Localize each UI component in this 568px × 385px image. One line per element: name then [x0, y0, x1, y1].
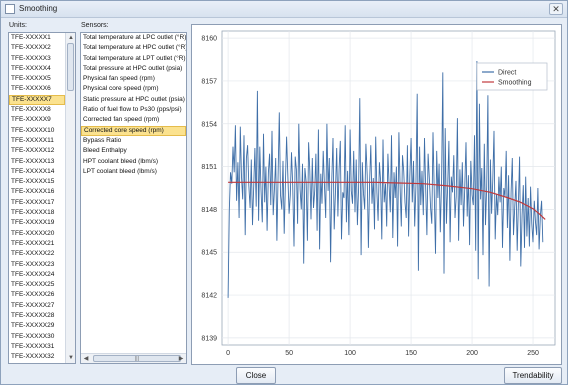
y-tick-label: 8160: [201, 36, 217, 43]
sensors-items: Total temperature at LPC outlet (°R) Tota…: [81, 33, 186, 177]
unit-list-item[interactable]: TFE-XXXXX4: [9, 64, 65, 74]
title-bar: Smoothing ✕: [1, 1, 567, 18]
unit-list-item[interactable]: TFE-XXXXX6: [9, 84, 65, 94]
sensor-list-item[interactable]: Physical core speed (rpm): [81, 84, 186, 94]
unit-list-item[interactable]: TFE-XXXXX18: [9, 208, 65, 218]
scroll-down-arrow-icon[interactable]: ▼: [67, 354, 75, 362]
y-tick-label: 8142: [201, 293, 217, 300]
smoothing-window: Smoothing ✕ Units: Sensors: TFE-XXXXX1 TF…: [0, 0, 568, 385]
y-tick-label: 8154: [201, 121, 217, 128]
unit-list-item[interactable]: TFE-XXXXX7: [9, 94, 65, 106]
unit-list-item[interactable]: TFE-XXXXX11: [9, 136, 65, 146]
scroll-up-arrow-icon[interactable]: ▲: [67, 34, 75, 42]
x-tick-label: 150: [405, 350, 417, 357]
unit-list-item[interactable]: TFE-XXXXX31: [9, 342, 65, 352]
legend-label: Smoothing: [498, 80, 532, 87]
app-icon: [5, 4, 15, 14]
sensors-listbox[interactable]: Total temperature at LPC outlet (°R) Tota…: [80, 32, 187, 364]
unit-list-item[interactable]: TFE-XXXXX27: [9, 301, 65, 311]
unit-list-item[interactable]: TFE-XXXXX17: [9, 198, 65, 208]
sensor-list-item[interactable]: Physical fan speed (rpm): [81, 74, 186, 84]
unit-list-item[interactable]: TFE-XXXXX32: [9, 352, 65, 362]
smoothing-chart: 8139 8142 8145 8148 8151 8154 8157 8160 0 50 100 15…: [201, 30, 556, 357]
scroll-right-arrow-icon[interactable]: ▶: [177, 355, 185, 363]
unit-list-item[interactable]: TFE-XXXXX20: [9, 229, 65, 239]
scroll-thumb[interactable]: |||: [93, 355, 181, 362]
sensor-list-item[interactable]: Ratio of fuel flow to Ps30 (pps/psi): [81, 105, 186, 115]
x-tick-label: 50: [285, 350, 293, 357]
y-tick-label: 8157: [201, 78, 217, 85]
unit-list-item[interactable]: TFE-XXXXX22: [9, 249, 65, 259]
legend-label: Direct: [498, 70, 516, 77]
y-tick-label: 8139: [201, 335, 217, 342]
unit-list-item[interactable]: TFE-XXXXX14: [9, 167, 65, 177]
sensor-list-item[interactable]: HPT coolant bleed (lbm/s): [81, 157, 186, 167]
unit-list-item[interactable]: TFE-XXXXX5: [9, 74, 65, 84]
chart-panel: 8139 8142 8145 8148 8151 8154 8157 8160 0 50 100 15…: [191, 24, 562, 365]
sensor-list-item[interactable]: Bypass Ratio: [81, 136, 186, 146]
unit-list-item[interactable]: TFE-XXXXX26: [9, 290, 65, 300]
close-button[interactable]: Close: [236, 367, 276, 384]
unit-list-item[interactable]: TFE-XXXXX29: [9, 321, 65, 331]
sensor-list-item[interactable]: Total pressure at HPC outlet (psia): [81, 64, 186, 74]
sensors-horizontal-scrollbar[interactable]: ◀ ||| ▶: [81, 353, 186, 363]
x-tick-label: 0: [226, 350, 230, 357]
x-tick-label: 100: [344, 350, 356, 357]
sensor-list-item[interactable]: Bleed Enthalpy: [81, 146, 186, 156]
x-tick-label: 200: [466, 350, 478, 357]
sensor-list-item[interactable]: Total temperature at LPC outlet (°R): [81, 33, 186, 43]
sensor-list-item[interactable]: Corrected fan speed (rpm): [81, 115, 186, 125]
unit-list-item[interactable]: TFE-XXXXX25: [9, 280, 65, 290]
unit-list-item[interactable]: TFE-XXXXX13: [9, 157, 65, 167]
y-tick-label: 8148: [201, 207, 217, 214]
unit-list-item[interactable]: TFE-XXXXX8: [9, 105, 65, 115]
unit-list-item[interactable]: TFE-XXXXX19: [9, 218, 65, 228]
sensor-list-item[interactable]: Static pressure at HPC outlet (psia): [81, 95, 186, 105]
scroll-left-arrow-icon[interactable]: ◀: [82, 355, 90, 363]
y-tick-label: 8145: [201, 250, 217, 257]
unit-list-item[interactable]: TFE-XXXXX21: [9, 239, 65, 249]
units-listbox[interactable]: TFE-XXXXX1 TFE-XXXXX2 TFE-XXXXX3 TFE-XXXXX4…: [8, 32, 76, 364]
units-vertical-scrollbar[interactable]: ▲ ▼: [65, 33, 75, 363]
window-close-button[interactable]: ✕: [549, 3, 563, 15]
unit-list-item[interactable]: TFE-XXXXX28: [9, 311, 65, 321]
scroll-thumb[interactable]: [67, 43, 74, 91]
unit-list-item[interactable]: TFE-XXXXX15: [9, 177, 65, 187]
sensor-list-item[interactable]: LPT coolant bleed (lbm/s): [81, 167, 186, 177]
unit-list-item[interactable]: TFE-XXXXX10: [9, 126, 65, 136]
unit-list-item[interactable]: TFE-XXXXX12: [9, 146, 65, 156]
grip-icon: |||: [135, 356, 139, 362]
sensor-list-item[interactable]: Total temperature at HPC outlet (°R): [81, 43, 186, 53]
unit-list-item[interactable]: TFE-XXXXX2: [9, 43, 65, 53]
unit-list-item[interactable]: TFE-XXXXX1: [9, 33, 65, 43]
window-title: Smoothing: [19, 4, 58, 13]
unit-list-item[interactable]: TFE-XXXXX23: [9, 260, 65, 270]
sensor-list-item[interactable]: Corrected core speed (rpm): [81, 125, 186, 136]
units-items: TFE-XXXXX1 TFE-XXXXX2 TFE-XXXXX3 TFE-XXXXX4…: [9, 33, 65, 363]
unit-list-item[interactable]: TFE-XXXXX3: [9, 54, 65, 64]
unit-list-item[interactable]: TFE-XXXXX16: [9, 187, 65, 197]
sensor-list-item[interactable]: Total temperature at LPT outlet (°R): [81, 54, 186, 64]
x-tick-label: 250: [527, 350, 539, 357]
y-tick-label: 8151: [201, 164, 217, 171]
trendability-button[interactable]: Trendability: [504, 367, 562, 384]
units-label: Units:: [9, 22, 27, 29]
sensors-label: Sensors:: [81, 22, 109, 29]
unit-list-item[interactable]: TFE-XXXXX9: [9, 115, 65, 125]
unit-list-item[interactable]: TFE-XXXXX30: [9, 332, 65, 342]
unit-list-item[interactable]: TFE-XXXXX24: [9, 270, 65, 280]
